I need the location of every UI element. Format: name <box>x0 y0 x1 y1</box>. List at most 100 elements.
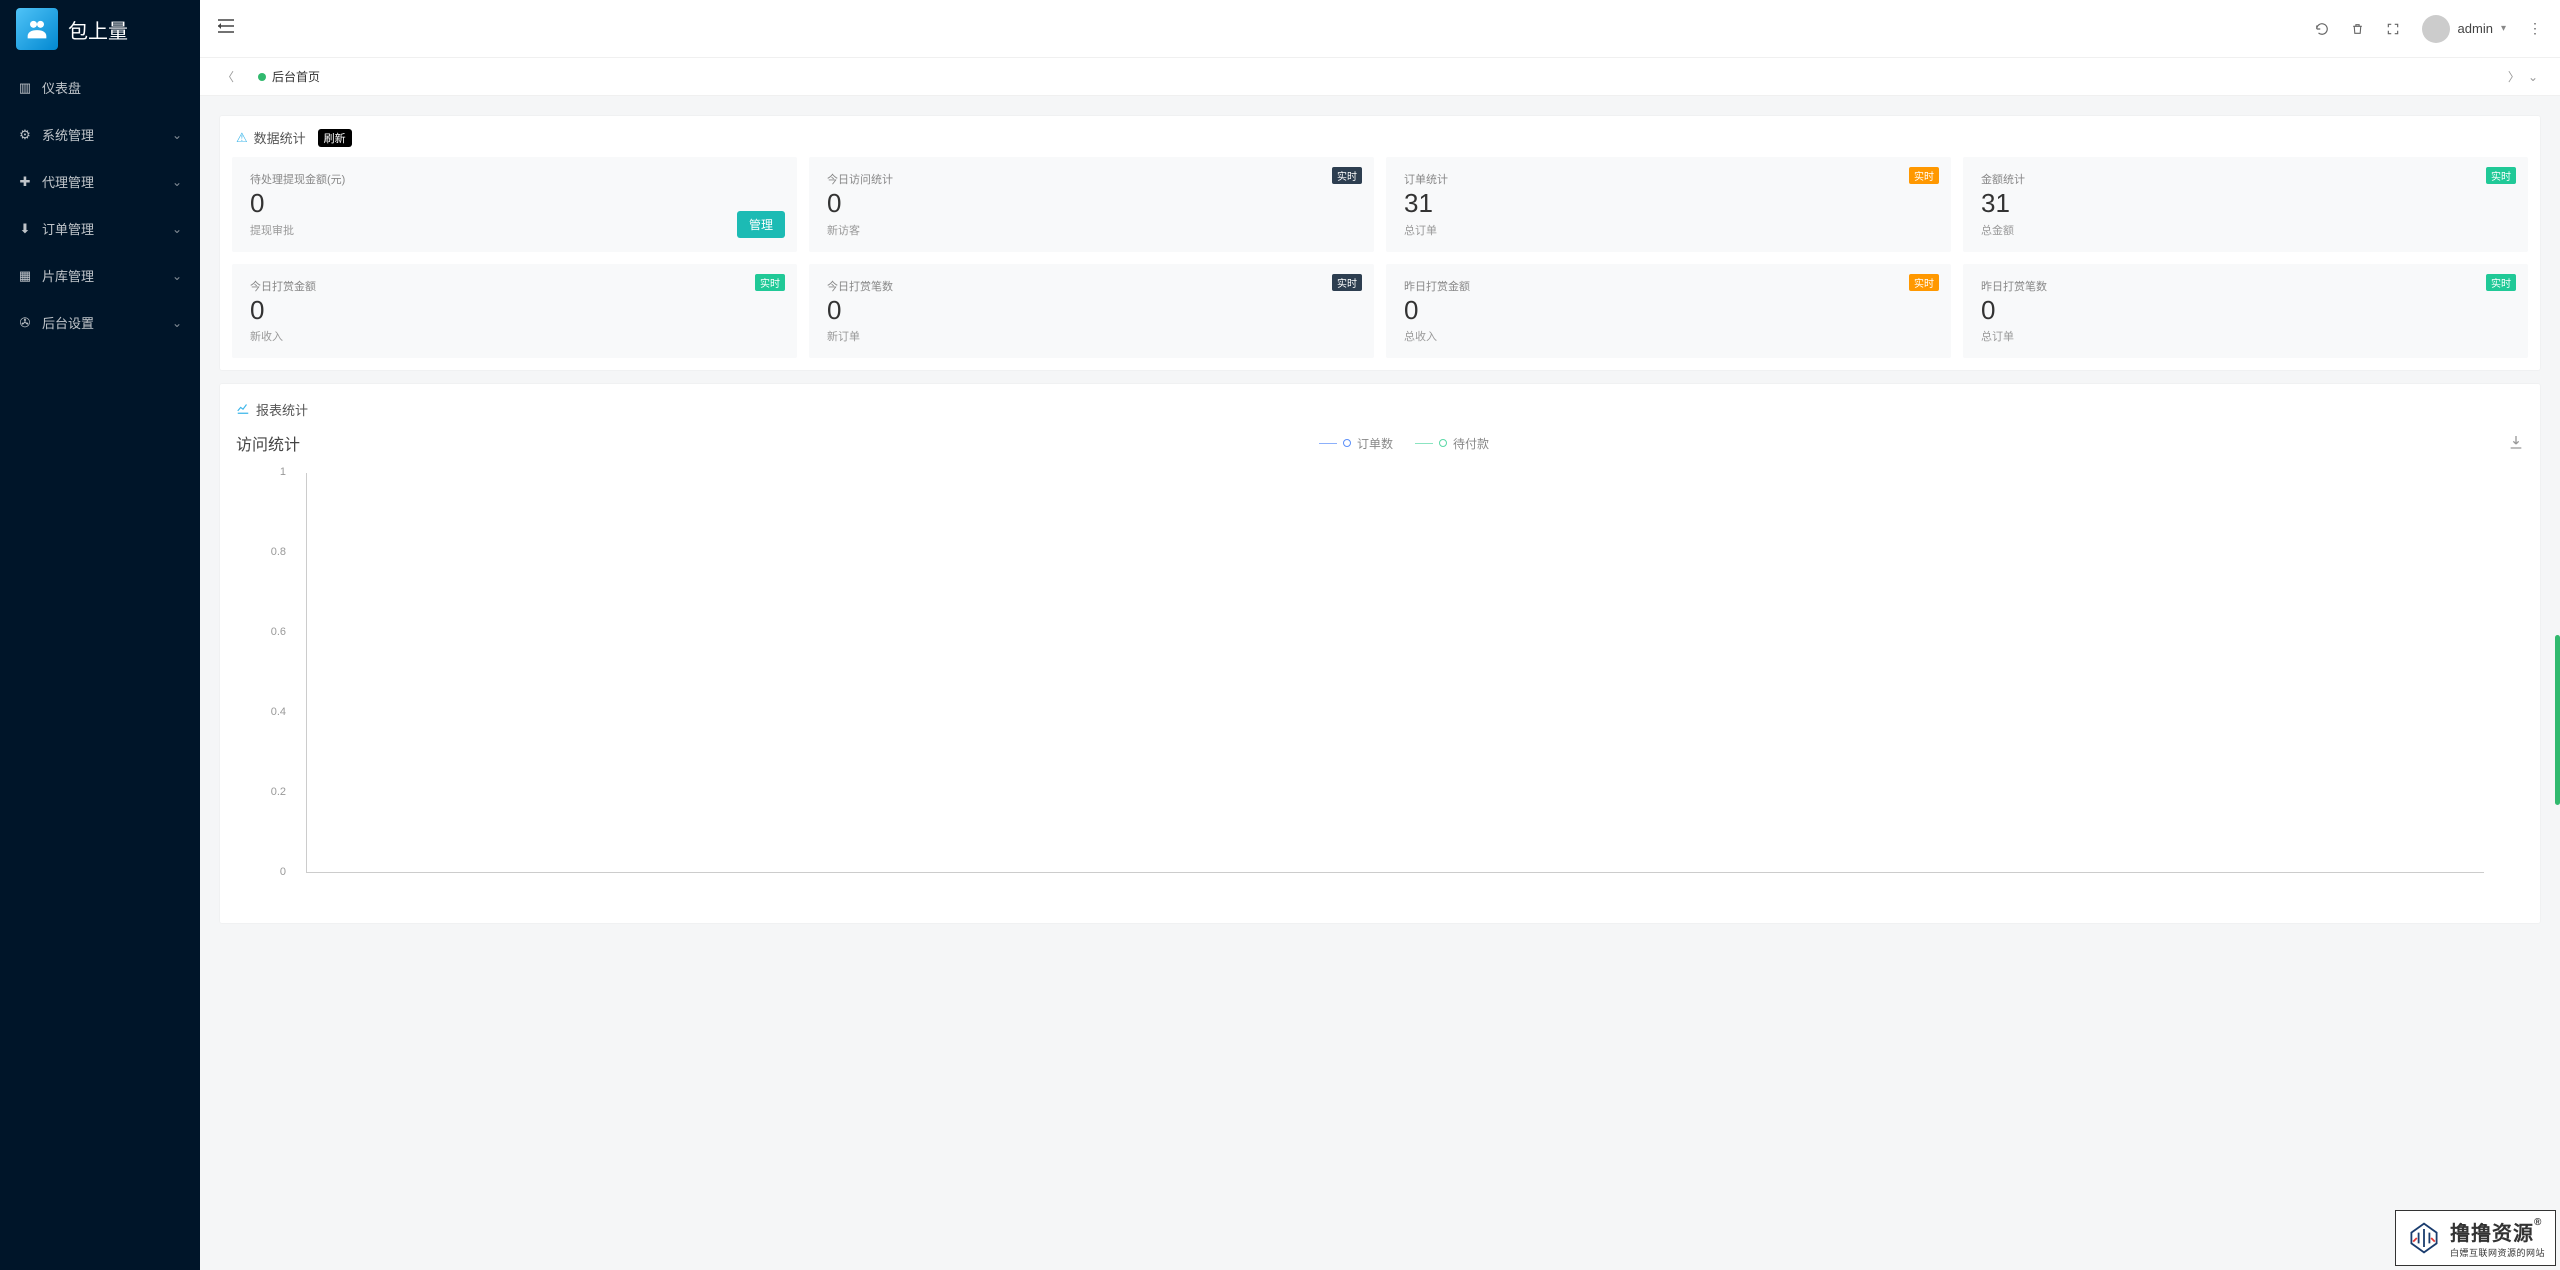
chevron-down-icon: ⌄ <box>172 128 182 142</box>
chevron-down-icon: ⌄ <box>172 222 182 236</box>
tab-dropdown-button[interactable]: ⌄ <box>2524 70 2542 84</box>
realtime-badge: 实时 <box>1332 274 1362 291</box>
report-heading-label: 报表统计 <box>256 400 308 419</box>
card-title: 待处理提现金额(元) <box>250 171 779 187</box>
fullscreen-icon[interactable] <box>2386 22 2400 36</box>
tab-label: 后台首页 <box>272 68 320 85</box>
tab-next-button[interactable]: 〉 <box>2504 68 2524 85</box>
card-today-reward-count: 实时 今日打赏笔数 0 新订单 <box>809 264 1374 359</box>
topbar: admin ▾ ⋮ <box>200 0 2560 58</box>
legend-pending[interactable]: 待付款 <box>1415 435 1489 452</box>
report-panel: 报表统计 访问统计 订单数 待付款 <box>220 384 2540 923</box>
watermark-subtitle: 白嫖互联网资源的网站 <box>2450 1246 2545 1259</box>
sidebar-item-settings[interactable]: ✇ 后台设置 ⌄ <box>0 299 200 346</box>
card-today-visits: 实时 今日访问统计 0 新访客 <box>809 157 1374 252</box>
y-tick-label: 0.8 <box>246 546 296 558</box>
download-icon: ⬇ <box>18 222 32 236</box>
card-order-stats: 实时 订单统计 31 总订单 <box>1386 157 1951 252</box>
watermark-reg: ® <box>2534 1217 2542 1228</box>
y-tick: 0.4 <box>246 706 2484 718</box>
chart-header: 访问统计 订单数 待付款 <box>236 431 2524 455</box>
user-menu[interactable]: admin ▾ <box>2422 15 2506 43</box>
y-tick-label: 0.6 <box>246 626 296 638</box>
card-value: 0 <box>1404 296 1933 325</box>
realtime-badge: 实时 <box>1332 167 1362 184</box>
chevron-down-icon: ⌄ <box>172 175 182 189</box>
card-title: 昨日打赏金额 <box>1404 278 1933 294</box>
realtime-badge: 实时 <box>1909 167 1939 184</box>
chart-area: 00.20.40.60.81 <box>236 463 2524 903</box>
legend-marker-icon <box>1343 439 1351 447</box>
sidebar-item-library[interactable]: ▦ 片库管理 ⌄ <box>0 252 200 299</box>
sidebar-menu: ▥ 仪表盘 ⚙ 系统管理 ⌄ ✚ 代理管理 ⌄ ⬇ 订单管理 ⌄ ▦ 片库管理 <box>0 58 200 346</box>
sidebar-item-label: 后台设置 <box>42 313 172 332</box>
active-dot-icon <box>258 73 266 81</box>
sidebar-collapse-button[interactable] <box>218 19 234 38</box>
card-title: 今日打赏笔数 <box>827 278 1356 294</box>
chart-legend: 订单数 待付款 <box>1319 435 1489 452</box>
card-yesterday-reward-amount: 实时 昨日打赏金额 0 总收入 <box>1386 264 1951 359</box>
warning-icon: ⚠ <box>236 130 248 146</box>
sidebar-item-label: 系统管理 <box>42 125 172 144</box>
content: ⚠ 数据统计 刷新 待处理提现金额(元) 0 提现审批 管理 实时 今日访问统计… <box>200 96 2560 1270</box>
download-icon[interactable] <box>2508 434 2524 453</box>
watermark-title: 撸撸资源 <box>2450 1223 2534 1245</box>
sidebar-item-agent[interactable]: ✚ 代理管理 ⌄ <box>0 158 200 205</box>
sidebar: 包上量 ▥ 仪表盘 ⚙ 系统管理 ⌄ ✚ 代理管理 ⌄ ⬇ 订单管理 ⌄ <box>0 0 200 1270</box>
gear-icon: ⚙ <box>18 128 32 142</box>
stats-heading-label: 数据统计 <box>254 128 306 147</box>
stats-row-2: 实时 今日打赏金额 0 新收入 实时 今日打赏笔数 0 新订单 实时 昨日打赏金… <box>220 264 2540 371</box>
tabbar: 〈 后台首页 〉 ⌄ <box>200 58 2560 96</box>
y-tick: 0.8 <box>246 546 2484 558</box>
sidebar-item-label: 代理管理 <box>42 172 172 191</box>
realtime-badge: 实时 <box>755 274 785 291</box>
stats-panel: ⚠ 数据统计 刷新 待处理提现金额(元) 0 提现审批 管理 实时 今日访问统计… <box>220 116 2540 370</box>
card-sub: 总订单 <box>1981 328 2510 344</box>
legend-line-icon <box>1319 443 1337 444</box>
sidebar-item-dashboard[interactable]: ▥ 仪表盘 <box>0 64 200 111</box>
sidebar-item-label: 订单管理 <box>42 219 172 238</box>
card-title: 订单统计 <box>1404 171 1933 187</box>
legend-orders[interactable]: 订单数 <box>1319 435 1393 452</box>
card-title: 金额统计 <box>1981 171 2510 187</box>
watermark-logo-icon <box>2406 1220 2442 1256</box>
username: admin <box>2458 21 2493 36</box>
card-sub: 新访客 <box>827 222 1356 238</box>
legend-marker-icon <box>1439 439 1447 447</box>
y-axis-line <box>306 473 307 873</box>
card-sub: 总金额 <box>1981 222 2510 238</box>
tab-home[interactable]: 后台首页 <box>248 64 330 89</box>
y-tick-label: 0.2 <box>246 786 296 798</box>
trash-icon[interactable] <box>2351 22 2364 36</box>
brand: 包上量 <box>0 0 200 58</box>
card-sub: 新订单 <box>827 328 1356 344</box>
realtime-badge: 实时 <box>2486 274 2516 291</box>
chevron-down-icon: ⌄ <box>172 269 182 283</box>
tab-prev-button[interactable]: 〈 <box>218 68 238 85</box>
legend-label: 待付款 <box>1453 435 1489 452</box>
card-value: 0 <box>1981 296 2510 325</box>
sidebar-item-label: 片库管理 <box>42 266 172 285</box>
sidebar-item-orders[interactable]: ⬇ 订单管理 ⌄ <box>0 205 200 252</box>
card-sub: 总订单 <box>1404 222 1933 238</box>
sidebar-item-label: 仪表盘 <box>42 78 182 97</box>
sidebar-item-system[interactable]: ⚙ 系统管理 ⌄ <box>0 111 200 158</box>
manage-button[interactable]: 管理 <box>737 211 785 238</box>
y-tick-label: 0.4 <box>246 706 296 718</box>
card-value: 0 <box>827 189 1356 218</box>
scroll-indicator <box>2555 635 2560 805</box>
card-sub: 总收入 <box>1404 328 1933 344</box>
card-sub: 提现审批 <box>250 222 779 238</box>
grid-icon: ▦ <box>18 269 32 283</box>
realtime-badge: 实时 <box>2486 167 2516 184</box>
settings-icon: ✇ <box>18 316 32 330</box>
card-title: 昨日打赏笔数 <box>1981 278 2510 294</box>
card-value: 0 <box>827 296 1356 325</box>
refresh-icon[interactable] <box>2315 22 2329 36</box>
card-value: 0 <box>250 296 779 325</box>
chart-title: 访问统计 <box>236 431 300 455</box>
refresh-button[interactable]: 刷新 <box>318 129 352 147</box>
caret-down-icon: ▾ <box>2501 23 2506 34</box>
card-title: 今日访问统计 <box>827 171 1356 187</box>
more-icon[interactable]: ⋮ <box>2528 20 2542 37</box>
